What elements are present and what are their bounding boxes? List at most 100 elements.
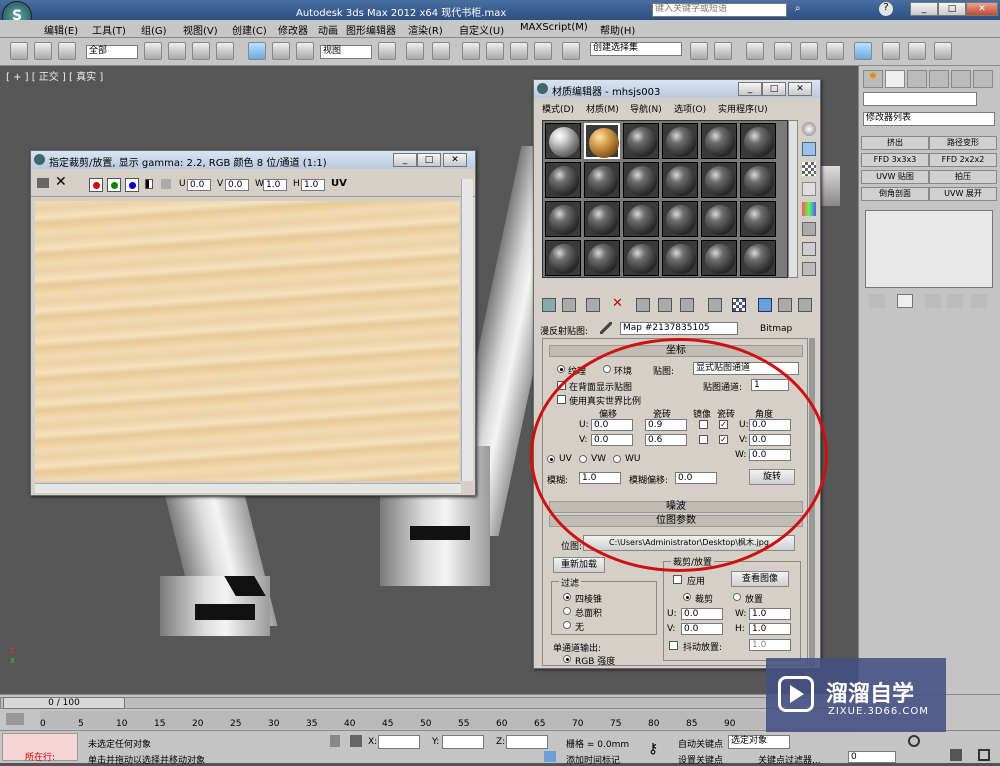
pivot-icon[interactable] (378, 42, 396, 60)
scale-icon[interactable] (296, 42, 314, 60)
reload-button[interactable]: 重新加载 (553, 557, 605, 573)
minimize-button[interactable]: _ (910, 2, 938, 16)
sample-slot[interactable] (545, 201, 581, 237)
maximize-viewport-icon[interactable] (978, 749, 990, 761)
modifier-list-select[interactable]: 修改器列表 (863, 112, 995, 126)
key-icon[interactable]: ⚷ (648, 741, 658, 757)
assign-material-icon[interactable] (586, 298, 600, 312)
map-type-label[interactable]: Bitmap (760, 324, 792, 334)
crop-place-window[interactable]: 指定裁剪/放置, 显示 gamma: 2.2, RGB 颜色 8 位/通道 (1… (30, 150, 476, 496)
crop-close-button[interactable]: ✕ (443, 153, 467, 167)
sample-slot[interactable] (623, 201, 659, 237)
close-x-icon[interactable]: ✕ (55, 174, 67, 190)
crop-radio[interactable] (683, 593, 691, 601)
modifier-uvw-map-button[interactable]: UVW 贴图 (861, 170, 929, 184)
add-time-tag[interactable]: 添加时间标记 (566, 753, 620, 766)
print-icon[interactable] (37, 178, 49, 188)
sample-slot[interactable] (701, 123, 737, 159)
lock-selection-icon[interactable] (330, 735, 340, 747)
select-manipulate-icon[interactable] (406, 42, 424, 60)
search-input[interactable]: 键入关键字或短语 (652, 3, 787, 17)
options-icon[interactable] (802, 242, 816, 256)
bind-space-warp-icon[interactable] (58, 42, 76, 60)
crop-maximize-button[interactable]: □ (417, 153, 441, 167)
get-material-icon[interactable] (542, 298, 556, 312)
reset-map-icon[interactable]: ✕ (612, 297, 623, 310)
mat-menu-navigation[interactable]: 导航(N) (630, 102, 662, 115)
search-icon[interactable]: ⌕ (795, 3, 801, 14)
mat-maximize-button[interactable]: □ (762, 82, 786, 96)
select-by-material-icon[interactable] (802, 262, 816, 276)
unique-icon[interactable] (658, 298, 672, 312)
crop-v-field[interactable]: 0.0 (681, 623, 723, 635)
display-tab-icon[interactable] (951, 70, 971, 88)
material-editor-icon[interactable] (854, 42, 872, 60)
modifier-ffd3-button[interactable]: FFD 3x3x3 (861, 153, 929, 167)
texture-radio[interactable] (557, 365, 565, 373)
help-icon[interactable]: ? (879, 2, 893, 16)
modifier-ffd2-button[interactable]: FFD 2x2x2 (929, 153, 997, 167)
pyramidal-radio[interactable] (563, 593, 571, 601)
link-icon[interactable] (10, 42, 28, 60)
mirror-icon[interactable] (690, 42, 708, 60)
motion-tab-icon[interactable] (929, 70, 949, 88)
keyboard-shortcut-icon[interactable] (432, 42, 450, 60)
mat-close-button[interactable]: ✕ (788, 82, 812, 96)
utilities-tab-icon[interactable] (973, 70, 993, 88)
make-preview-icon[interactable] (802, 222, 816, 236)
maxscript-listener[interactable]: 所在行: (2, 733, 78, 763)
rotate-icon[interactable] (272, 42, 290, 60)
horizontal-scrollbar[interactable] (35, 483, 461, 493)
key-sel-select[interactable]: 选定对象 (728, 735, 790, 749)
v-field[interactable]: 0.0 (225, 179, 249, 191)
crop-window-titlebar[interactable]: 指定裁剪/放置, 显示 gamma: 2.2, RGB 颜色 8 位/通道 (1… (31, 151, 475, 169)
rect-selection-icon[interactable] (192, 42, 210, 60)
current-frame-field[interactable]: 0 (848, 751, 896, 763)
window-crossing-icon[interactable] (216, 42, 234, 60)
render-setup-icon[interactable] (882, 42, 900, 60)
render-production-icon[interactable] (934, 42, 952, 60)
mono-icon[interactable] (161, 179, 171, 189)
autokey-button[interactable]: 自动关键点 (678, 737, 723, 750)
zoom-icon[interactable] (908, 735, 920, 747)
schematic-view-icon[interactable] (826, 42, 844, 60)
align-icon[interactable] (714, 42, 732, 60)
summed-area-radio[interactable] (563, 607, 571, 615)
eyedropper-icon[interactable] (600, 322, 612, 334)
pan-icon[interactable] (950, 749, 962, 761)
create-tab-icon[interactable]: ✸ (863, 70, 883, 88)
menu-edit[interactable]: 编辑(E) (44, 22, 78, 37)
crop-u-field[interactable]: 0.0 (681, 608, 723, 620)
percent-snap-icon[interactable] (510, 42, 528, 60)
material-id-icon[interactable] (708, 298, 722, 312)
sample-slot[interactable] (662, 162, 698, 198)
sample-slot[interactable] (623, 123, 659, 159)
named-selection-select[interactable]: 创建选择集 (590, 42, 682, 56)
sample-slot-active[interactable] (584, 123, 620, 159)
menu-tools[interactable]: 工具(T) (92, 22, 126, 37)
sample-slot[interactable] (584, 162, 620, 198)
curve-editor-icon[interactable] (800, 42, 818, 60)
modifier-unwrap-uvw-button[interactable]: UVW 展开 (929, 187, 997, 201)
sample-slot[interactable] (662, 240, 698, 276)
sample-slot[interactable] (740, 240, 776, 276)
select-by-name-icon[interactable] (168, 42, 186, 60)
put-to-library-icon[interactable] (680, 298, 694, 312)
sample-slot[interactable] (740, 162, 776, 198)
sample-slot[interactable] (701, 201, 737, 237)
reference-coord-select[interactable]: 视图 (320, 45, 372, 59)
vertical-scrollbar[interactable] (461, 179, 473, 481)
modify-tab-icon[interactable] (885, 70, 905, 88)
maximize-button[interactable]: □ (938, 2, 966, 16)
hierarchy-tab-icon[interactable] (907, 70, 927, 88)
video-color-icon[interactable] (802, 202, 816, 216)
sample-scrollbar[interactable] (788, 120, 798, 278)
go-forward-icon[interactable] (798, 298, 812, 312)
menu-customize[interactable]: 自定义(U) (459, 22, 504, 37)
go-to-parent-icon[interactable] (778, 298, 792, 312)
sample-slot[interactable] (545, 240, 581, 276)
menu-create[interactable]: 创建(C) (232, 22, 267, 37)
menu-graph-editors[interactable]: 图形编辑器 (346, 22, 396, 37)
map-name-field[interactable]: Map #2137835105 (620, 322, 738, 335)
sample-slot[interactable] (701, 240, 737, 276)
